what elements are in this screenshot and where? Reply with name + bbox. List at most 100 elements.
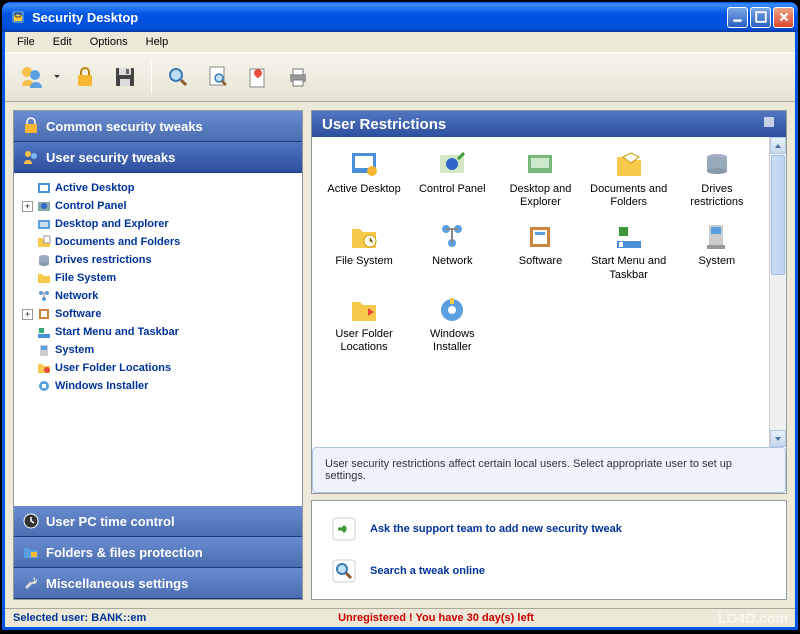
search-online-link[interactable]: Search a tweak online [330, 557, 768, 585]
action-label: Search a tweak online [370, 565, 485, 577]
grid-item[interactable]: System [675, 219, 759, 283]
tree-item-label: Documents and Folders [55, 236, 180, 248]
sidebar: Common security tweaks User security twe… [13, 110, 303, 600]
grid-item-label: Active Desktop [327, 183, 400, 196]
scrollbar[interactable] [769, 137, 786, 447]
users-button[interactable] [13, 59, 49, 95]
grid-item-icon [348, 294, 380, 326]
print-button[interactable] [280, 59, 316, 95]
grid-item-label: Desktop and Explorer [500, 183, 580, 209]
menu-options[interactable]: Options [82, 34, 136, 50]
tree-item[interactable]: User Folder Locations [20, 359, 296, 377]
category-user-tweaks[interactable]: User security tweaks [14, 142, 302, 173]
tree-item[interactable]: Network [20, 287, 296, 305]
tree-item[interactable]: Active Desktop [20, 179, 296, 197]
tree-item-icon [36, 288, 52, 304]
users-dropdown[interactable] [53, 73, 63, 81]
search-doc-button[interactable] [200, 59, 236, 95]
tree-item[interactable]: +Control Panel [20, 197, 296, 215]
watermark: LO4D.com [718, 610, 788, 626]
minimize-button[interactable] [727, 7, 748, 28]
category-folders-protection[interactable]: Folders & files protection [14, 537, 302, 568]
grid-item-icon [701, 149, 733, 181]
grid-item[interactable]: Start Menu and Taskbar [587, 219, 671, 283]
menu-edit[interactable]: Edit [45, 34, 80, 50]
tree-item[interactable]: System [20, 341, 296, 359]
scroll-thumb[interactable] [771, 155, 785, 275]
tree-item[interactable]: Desktop and Explorer [20, 215, 296, 233]
tree-item-icon [36, 324, 52, 340]
grid-item[interactable]: Active Desktop [322, 147, 406, 211]
lock-button[interactable] [67, 59, 103, 95]
tree-item-icon [36, 252, 52, 268]
grid-item[interactable]: Software [498, 219, 582, 283]
actions-panel: Ask the support team to add new security… [311, 500, 787, 600]
grid-item-icon [436, 221, 468, 253]
status-registration: Unregistered ! You have 30 day(s) left [338, 612, 534, 624]
grid-item-icon [613, 149, 645, 181]
search-button[interactable] [160, 59, 196, 95]
action-label: Ask the support team to add new security… [370, 523, 622, 535]
tree-item[interactable]: Drives restrictions [20, 251, 296, 269]
tree-item-label: Network [55, 290, 98, 302]
tree-item-label: File System [55, 272, 116, 284]
arrow-icon [330, 515, 358, 543]
category-misc-settings[interactable]: Miscellaneous settings [14, 568, 302, 599]
grid-item-label: User Folder Locations [324, 328, 404, 354]
grid-item-label: Start Menu and Taskbar [589, 255, 669, 281]
grid-item[interactable]: Desktop and Explorer [498, 147, 582, 211]
grid-item[interactable]: Control Panel [410, 147, 494, 211]
grid-item[interactable]: Network [410, 219, 494, 283]
grid-item[interactable]: Windows Installer [410, 292, 494, 356]
tree-item[interactable]: Start Menu and Taskbar [20, 323, 296, 341]
scroll-up-button[interactable] [770, 137, 786, 154]
app-icon [10, 9, 26, 25]
tree-item[interactable]: Windows Installer [20, 377, 296, 395]
menu-file[interactable]: File [9, 34, 43, 50]
grid-item-label: File System [335, 255, 392, 268]
restrictions-panel: User Restrictions Active DesktopControl … [311, 110, 787, 494]
maximize-button[interactable] [750, 7, 771, 28]
menu-help[interactable]: Help [138, 34, 177, 50]
tree-item-icon [36, 360, 52, 376]
right-panel: User Restrictions Active DesktopControl … [311, 110, 787, 600]
scroll-down-button[interactable] [770, 430, 786, 447]
tree-view: Active Desktop +Control Panel Desktop and … [14, 173, 302, 506]
grid-item[interactable]: File System [322, 219, 406, 283]
save-button[interactable] [107, 59, 143, 95]
grid-item[interactable]: Documents and Folders [587, 147, 671, 211]
grid-item-label: Documents and Folders [589, 183, 669, 209]
menubar: File Edit Options Help [5, 32, 795, 53]
category-label: Common security tweaks [46, 119, 203, 134]
tree-item-label: User Folder Locations [55, 362, 171, 374]
tree-item-label: Active Desktop [55, 182, 134, 194]
expand-icon[interactable]: + [22, 309, 33, 320]
favorite-button[interactable] [240, 59, 276, 95]
grid-item[interactable]: User Folder Locations [322, 292, 406, 356]
tree-item-icon [36, 216, 52, 232]
tree-item-icon [36, 234, 52, 250]
expand-icon[interactable]: + [22, 201, 33, 212]
scroll-track[interactable] [770, 276, 786, 430]
tree-item[interactable]: +Software [20, 305, 296, 323]
ask-support-link[interactable]: Ask the support team to add new security… [330, 515, 768, 543]
category-time-control[interactable]: User PC time control [14, 506, 302, 537]
tree-item[interactable]: Documents and Folders [20, 233, 296, 251]
grid-item-icon [524, 149, 556, 181]
grid-item-icon [524, 221, 556, 253]
close-button[interactable] [773, 7, 794, 28]
grid-item[interactable]: Drives restrictions [675, 147, 759, 211]
grid-item-icon [348, 149, 380, 181]
window-title: Security Desktop [30, 10, 727, 25]
tree-item[interactable]: File System [20, 269, 296, 287]
status-selected-user: Selected user: BANK::em [13, 612, 338, 624]
tree-item-label: Start Menu and Taskbar [55, 326, 179, 338]
search-icon [330, 557, 358, 585]
category-common-tweaks[interactable]: Common security tweaks [14, 111, 302, 142]
hint-box: User security restrictions affect certai… [312, 447, 786, 493]
grid-item-icon [613, 221, 645, 253]
panel-corner-icon [762, 115, 776, 133]
main-area: Common security tweaks User security twe… [5, 102, 795, 608]
tree-item-label: Desktop and Explorer [55, 218, 169, 230]
grid-item-label: Drives restrictions [677, 183, 757, 209]
